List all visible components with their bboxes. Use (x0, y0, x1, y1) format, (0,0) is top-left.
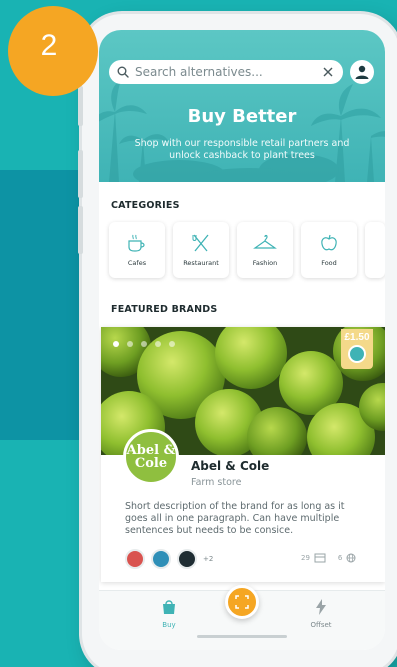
profile-button[interactable] (350, 60, 374, 84)
carousel-dot[interactable] (155, 341, 161, 347)
carousel-dot[interactable] (113, 341, 119, 347)
search-placeholder[interactable]: Search alternatives... (135, 65, 323, 79)
carousel-dot[interactable] (127, 341, 133, 347)
category-food[interactable]: Food (301, 222, 357, 278)
certification-badge-icon[interactable] (125, 549, 145, 569)
category-label: Cafes (127, 259, 147, 267)
tree-icon (348, 345, 366, 363)
categories-list: Cafes Restaurant Fashion Food (109, 222, 385, 278)
lightning-icon (316, 599, 326, 615)
hero-subtitle: Shop with our responsible retail partner… (134, 138, 350, 161)
nav-buy[interactable]: Buy (139, 599, 199, 629)
apple-icon (321, 234, 337, 251)
nav-buy-label: Buy (162, 621, 176, 629)
brand-logo-text: Abel & Cole (126, 443, 176, 471)
category-next-partial[interactable] (365, 222, 385, 278)
coffee-cup-icon (128, 234, 145, 252)
phone-side-button (78, 86, 83, 126)
hanger-icon (253, 234, 277, 249)
phone-side-button (78, 206, 83, 254)
category-label: Food (321, 259, 337, 267)
home-indicator (197, 635, 287, 638)
search-icon (117, 66, 129, 78)
category-restaurant[interactable]: Restaurant (173, 222, 229, 278)
shopping-bag-icon (163, 600, 175, 614)
certification-badge-icon[interactable] (151, 549, 171, 569)
category-label: Fashion (252, 259, 278, 267)
more-badges-count: +2 (203, 555, 214, 563)
scan-button[interactable] (225, 585, 259, 619)
search-bar[interactable]: Search alternatives... (109, 60, 343, 84)
store-icon (314, 553, 326, 563)
brand-description: Short description of the brand for as lo… (125, 501, 345, 536)
brand-meta: 29 6 (301, 553, 356, 563)
stores-count: 29 (301, 554, 310, 562)
nav-offset-label: Offset (310, 621, 332, 629)
globe-icon (346, 553, 356, 563)
carousel-dot[interactable] (169, 341, 175, 347)
category-fashion[interactable]: Fashion (237, 222, 293, 278)
carousel-dot[interactable] (141, 341, 147, 347)
cutlery-icon (192, 234, 209, 252)
brand-name: Abel & Cole (191, 459, 270, 473)
nav-offset[interactable]: Offset (291, 599, 351, 629)
cashback-amount: £1.50 (344, 332, 370, 343)
hero-title: Buy Better (187, 106, 297, 127)
web-count: 6 (337, 554, 343, 562)
bottom-navigation: Buy Offset (99, 585, 385, 650)
phone-side-button (78, 150, 83, 198)
close-icon[interactable] (323, 67, 333, 77)
step-badge: 2 (8, 6, 98, 96)
scan-icon (235, 595, 249, 609)
user-icon (355, 65, 369, 79)
hero-banner: Search alternatives... Buy Better Shop w… (99, 30, 385, 182)
step-number: 2 (40, 29, 58, 62)
category-label: Restaurant (183, 259, 219, 267)
categories-heading: CATEGORIES (111, 200, 180, 211)
app-screen: Search alternatives... Buy Better Shop w… (99, 30, 385, 650)
carousel-dots (113, 341, 175, 347)
brand-card[interactable]: £1.50 Abel & Cole Abel & Cole Farm store… (101, 327, 385, 582)
cashback-badge: £1.50 (341, 329, 373, 369)
fairtrade-badge-icon[interactable] (177, 549, 197, 569)
brand-logo: Abel & Cole (123, 429, 179, 485)
certification-badges: +2 (125, 549, 213, 569)
featured-heading: FEATURED BRANDS (111, 304, 218, 315)
category-cafes[interactable]: Cafes (109, 222, 165, 278)
brand-type: Farm store (191, 477, 242, 488)
